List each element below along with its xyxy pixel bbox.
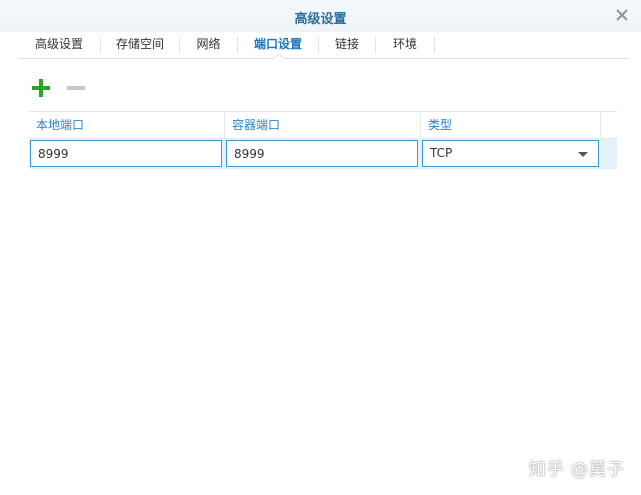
container-port-input[interactable] [226,140,418,167]
title-bar: 高级设置 [0,0,641,32]
window-title: 高级设置 [294,12,347,27]
protocol-type-select[interactable]: TCP [422,140,599,167]
tab-advanced-settings[interactable]: 高级设置 [18,32,100,58]
tab-divider [434,37,435,53]
tab-environment[interactable]: 环境 [376,32,434,58]
column-header-type[interactable]: 类型 [421,112,601,138]
column-header-container-port[interactable]: 容器端口 [225,112,421,138]
local-port-input[interactable] [30,140,222,167]
close-icon[interactable] [613,6,631,24]
watermark: 知乎 @莫子 [528,460,625,480]
port-mapping-grid: 本地端口 容器端口 类型 TCP [29,111,617,169]
add-port-button[interactable] [30,77,52,99]
tab-storage[interactable]: 存储空间 [101,32,179,58]
plus-icon [32,79,50,97]
advanced-settings-window: 高级设置 高级设置 存储空间 网络 端口设置 链接 环境 本地端口 容器端口 类… [0,0,641,495]
grid-header: 本地端口 容器端口 类型 [29,111,617,139]
table-row[interactable]: TCP [29,139,617,169]
remove-port-button[interactable] [65,77,87,99]
minus-icon [67,86,85,90]
tab-links[interactable]: 链接 [319,32,375,58]
column-header-local-port[interactable]: 本地端口 [29,112,225,138]
chevron-down-icon [578,152,588,157]
protocol-type-value: TCP [430,146,453,160]
tab-network[interactable]: 网络 [180,32,237,58]
active-tab-caret [273,53,285,59]
tab-bar: 高级设置 存储空间 网络 端口设置 链接 环境 [18,32,628,59]
